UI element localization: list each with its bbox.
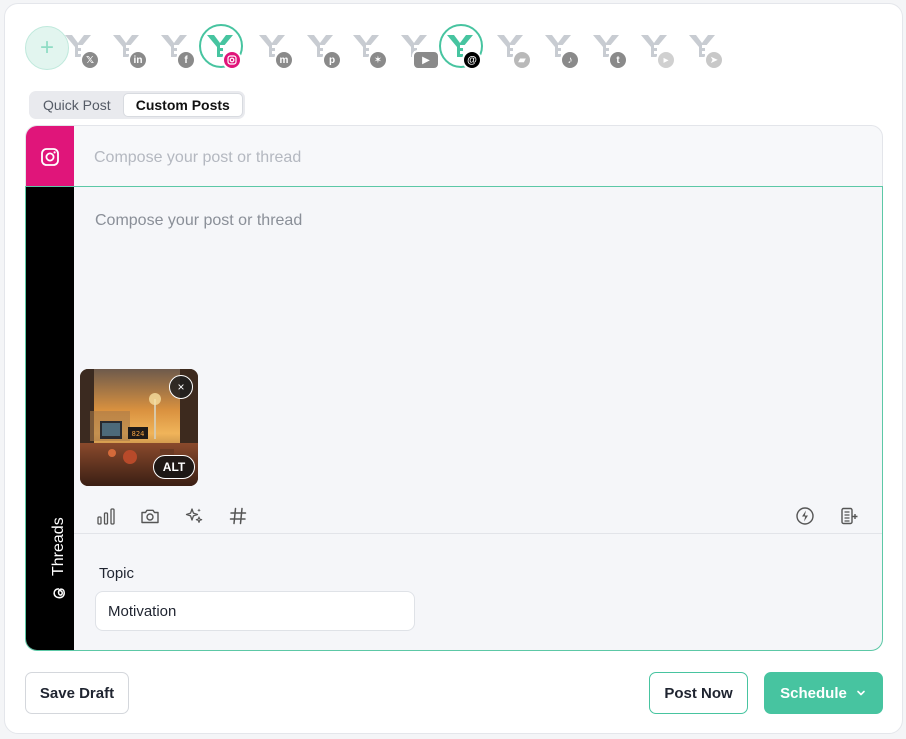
add-media-button[interactable] [138,504,162,528]
poll-button[interactable] [94,504,118,528]
tab-quick-post[interactable]: Quick Post [31,93,123,117]
add-to-thread-button[interactable] [837,504,861,528]
account-youtube[interactable]: ▶ [393,24,440,70]
instagram-compose-input[interactable]: Compose your post or thread [94,149,301,167]
tiktok-icon: ♪ [560,50,580,70]
youtube-icon: ▶ [412,50,440,70]
account-instagram[interactable] [199,24,245,70]
composer-card: + 𝕏in f m p ✶ ▶ @ ▰ ♪ t ▸ ➤ Quick Post Custom Posts… [4,3,903,734]
sparkles-icon [185,508,203,523]
x-icon: 𝕏 [80,50,100,70]
alt-text-button[interactable]: ALT [153,455,195,479]
post-now-button[interactable]: Post Now [649,672,748,714]
topic-label: Topic [99,565,135,582]
account-pinterest[interactable]: p [299,24,345,70]
compose-toolbar [74,499,882,533]
instagram-compose-row: Compose your post or thread [25,125,883,187]
account-tiktok[interactable]: ♪ [537,24,583,70]
account-bluesky[interactable]: ✶ [345,24,391,70]
hashtag-button[interactable] [226,504,250,528]
threads-side-label: Threads [50,517,67,576]
threads-side-tab[interactable]: Threads [26,187,74,650]
pinterest-icon: p [322,50,342,70]
account-telegram[interactable]: ➤ [681,24,727,70]
threads-icon: @ [462,50,482,70]
plus-icon: + [39,34,54,61]
telegram-icon: ➤ [704,50,724,70]
hashtag-icon [229,507,247,525]
account-google-play[interactable]: ▸ [633,24,679,70]
topic-input[interactable] [95,591,415,631]
tumblr-icon: t [608,50,628,70]
account-threads[interactable]: @ [439,24,485,70]
toolbar-divider [74,533,882,534]
account-facebook[interactable]: f [153,24,199,70]
account-x[interactable]: 𝕏 [57,24,103,70]
account-google-business[interactable]: ▰ [489,24,535,70]
instagram-icon [41,148,59,166]
threads-icon [53,588,65,599]
chevron-down-icon [857,690,865,696]
remove-media-button[interactable]: × [169,375,193,399]
schedule-button[interactable]: Schedule [764,672,883,714]
ai-assist-button[interactable] [182,504,206,528]
instagram-icon [222,50,242,70]
mastodon-icon: m [274,50,294,70]
save-draft-button[interactable]: Save Draft [25,672,129,714]
threads-compose-panel: Threads Compose your post or thread 824 … [25,186,883,651]
account-linkedin[interactable]: in [105,24,151,70]
svg-text:824: 824 [132,430,145,438]
threads-compose-input[interactable]: Compose your post or thread [95,212,302,230]
account-tumblr[interactable]: t [585,24,631,70]
camera-icon [141,509,159,524]
play-icon: ▸ [656,50,676,70]
thread-add-icon [841,507,858,525]
post-mode-tabs: Quick Post Custom Posts [29,91,245,119]
bluesky-icon: ✶ [368,50,388,70]
facebook-icon: f [176,50,196,70]
close-icon: × [177,380,185,394]
schedule-label: Schedule [780,684,847,702]
tab-custom-posts[interactable]: Custom Posts [122,93,243,117]
instagram-side-tab[interactable] [26,126,74,186]
bar-chart-icon [97,508,115,525]
linkedin-icon: in [128,50,148,70]
google-business-icon: ▰ [512,50,532,70]
account-mastodon[interactable]: m [251,24,297,70]
instant-post-button[interactable] [793,504,817,528]
lightning-icon [796,507,814,525]
